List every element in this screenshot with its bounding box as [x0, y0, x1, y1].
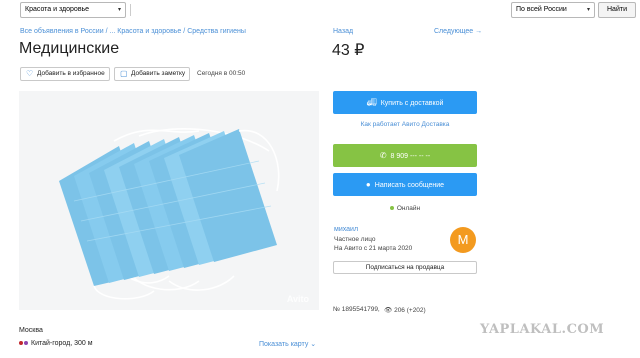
- top-search-bar: Красота и здоровье ▾ По всей России ▾ На…: [0, 0, 640, 20]
- chevron-down-icon: ▾: [586, 7, 590, 13]
- view-count: 👁︎ 206 (+202): [384, 306, 426, 314]
- page-title: Медицинские: [19, 40, 120, 57]
- ad-number: № 1895541799,: [333, 306, 380, 313]
- chevron-down-icon: ▾: [117, 7, 121, 13]
- find-button[interactable]: Найти: [598, 2, 636, 18]
- add-note-label: Добавить заметку: [131, 70, 186, 77]
- show-phone-button[interactable]: ✆ 8 909 --- -- --: [333, 144, 477, 167]
- masks-image: [19, 91, 319, 310]
- online-status: Онлайн: [333, 205, 477, 212]
- add-note-button[interactable]: ▢ Добавить заметку: [114, 67, 190, 81]
- heart-icon: ♡: [26, 69, 34, 78]
- category-select[interactable]: Красота и здоровье ▾: [20, 2, 126, 18]
- region-select[interactable]: По всей России ▾: [511, 2, 595, 18]
- metro-station: Китай-город, 300 м: [31, 340, 93, 347]
- product-photo[interactable]: Avito: [19, 91, 319, 310]
- phone-number: 8 909 --- -- --: [390, 153, 431, 160]
- subscribe-seller-button[interactable]: Подписаться на продавца: [333, 261, 477, 274]
- avatar[interactable]: М: [450, 227, 476, 253]
- online-dot-icon: [389, 206, 394, 210]
- how-delivery-link[interactable]: Как работает Авито Доставка: [333, 121, 477, 128]
- photo-watermark: Avito: [286, 294, 309, 304]
- seller-since: На Авито с 21 марта 2020: [334, 245, 413, 252]
- next-link[interactable]: Следующее →: [434, 28, 482, 35]
- breadcrumb-hygiene[interactable]: Средства гигиены: [187, 28, 246, 35]
- chat-icon: ●: [365, 180, 371, 189]
- write-message-label: Написать сообщение: [374, 182, 445, 189]
- breadcrumb: Все объявления в России / ... Красота и …: [20, 28, 246, 35]
- breadcrumb-all[interactable]: Все объявления в России / ...: [20, 28, 115, 35]
- add-to-favorites-button[interactable]: ♡ Добавить в избранное: [20, 67, 110, 81]
- show-map-link[interactable]: Показать карту ⌄: [259, 340, 316, 348]
- price: 43 ₽: [332, 42, 365, 59]
- view-count-value: 206 (+202): [394, 307, 426, 314]
- category-select-value: Красота и здоровье: [25, 6, 90, 13]
- location-metro: Китай-город, 300 м: [19, 340, 93, 347]
- add-to-favorites-label: Добавить в избранное: [37, 70, 105, 77]
- back-link[interactable]: Назад: [333, 28, 353, 35]
- online-status-label: Онлайн: [396, 205, 421, 212]
- posted-date: Сегодня в 00:50: [197, 70, 246, 77]
- location-city: Москва: [19, 327, 43, 334]
- write-message-button[interactable]: ● Написать сообщение: [333, 173, 477, 196]
- buy-with-delivery-label: Купить с доставкой: [380, 100, 444, 107]
- divider: [130, 4, 131, 16]
- phone-icon: ✆: [379, 151, 387, 160]
- seller-name[interactable]: михаил: [334, 226, 358, 233]
- eye-icon: 👁︎: [384, 307, 393, 314]
- region-select-value: По всей России: [516, 6, 567, 13]
- site-watermark: YAPLAKAL.COM: [480, 322, 605, 337]
- truck-icon: 🚚︎: [366, 98, 377, 107]
- seller-type: Частное лицо: [334, 236, 376, 243]
- metro-line-icon: [24, 341, 28, 345]
- metro-line-icon: [19, 341, 23, 345]
- breadcrumb-beauty[interactable]: Красота и здоровье /: [117, 28, 185, 35]
- note-icon: ▢: [120, 69, 128, 78]
- buy-with-delivery-button[interactable]: 🚚︎ Купить с доставкой: [333, 91, 477, 114]
